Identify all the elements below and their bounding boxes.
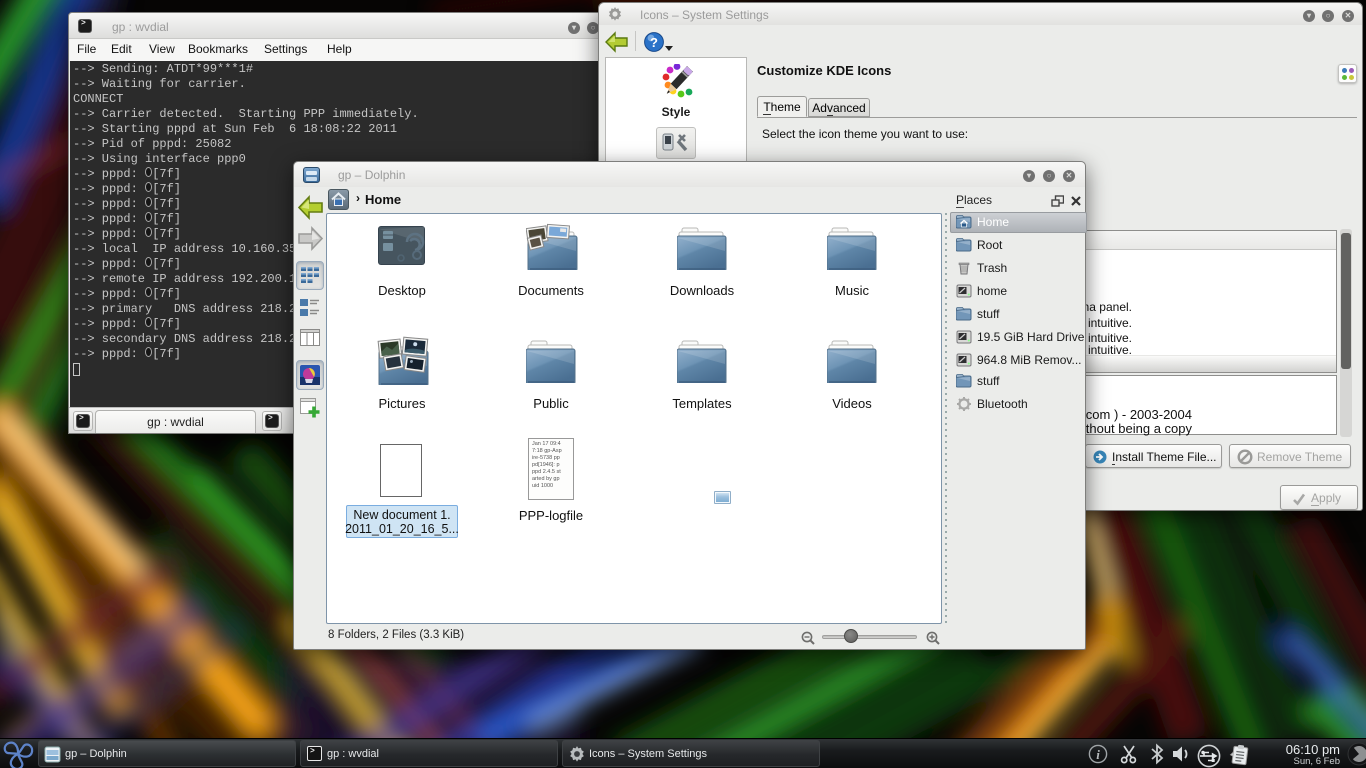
svg-text:i: i	[1096, 747, 1100, 762]
svg-text:?: ?	[650, 35, 658, 50]
